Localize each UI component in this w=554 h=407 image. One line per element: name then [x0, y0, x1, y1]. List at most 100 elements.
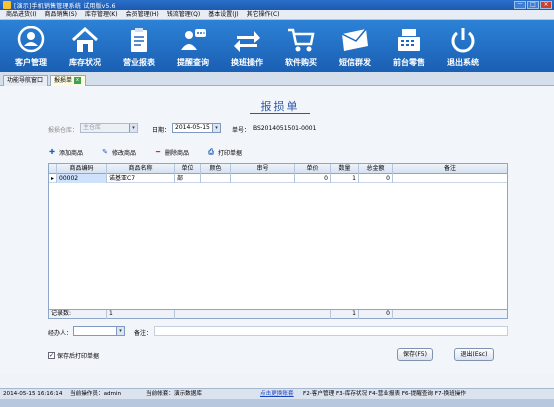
close-button[interactable]: × [540, 1, 552, 9]
register-icon [398, 29, 420, 51]
toolbar-label: 客户管理 [15, 58, 47, 67]
add-item-label: 添加商品 [59, 150, 84, 157]
footer-label: 记录数: [49, 310, 107, 319]
row-marker: ▸ [49, 174, 57, 183]
exit-button[interactable]: 退出(Esc) [454, 348, 494, 361]
toolbar-label: 库存状况 [69, 58, 101, 67]
tab-strip: 功能导航窗口 报损单 x [0, 72, 554, 86]
cell-price[interactable]: 0 [295, 174, 331, 183]
toolbar-label: 换班操作 [231, 58, 263, 67]
delete-item-button[interactable]: ━ 删除商品 [154, 148, 189, 158]
menu-item-sales[interactable]: 商品销售(S) [44, 10, 77, 19]
toolbar-reminder-button[interactable]: 提醒查询 [166, 20, 220, 72]
cell-note[interactable] [393, 174, 507, 183]
status-account: 当前帐套：演示数据库 [146, 391, 202, 397]
print-after-save-checkbox[interactable]: ✓ 保存后打印单据 [48, 351, 99, 360]
date-picker[interactable]: 2014-05-15 ▾ [172, 123, 221, 133]
minus-icon: ━ [155, 148, 161, 156]
table-header: 商品编码 商品名称 单位 颜色 串号 单价 数量 总金额 备注 [49, 164, 507, 174]
menu-item-inventory[interactable]: 库存管理(K) [85, 10, 118, 19]
remark-input[interactable] [154, 326, 508, 336]
handler-select[interactable]: ▾ [73, 326, 125, 336]
toolbar-purchase-button[interactable]: 软件购买 [274, 20, 328, 72]
footer-spacer [393, 310, 507, 319]
save-button[interactable]: 保存(F5) [397, 348, 433, 361]
printer-icon: ⎙ [208, 148, 214, 156]
toolbar-report-button[interactable]: 营业报表 [112, 20, 166, 72]
header-cell[interactable]: 总金额 [359, 164, 393, 174]
chevron-down-icon[interactable]: ▾ [212, 124, 220, 132]
minimize-button[interactable]: － [514, 1, 526, 9]
footer-count: 1 [107, 310, 175, 319]
window-title: [演示]手机销售管理系统 试用版v5.6 [14, 3, 116, 10]
header-marker [49, 164, 57, 174]
toolbar-customer-button[interactable]: 客户管理 [4, 20, 58, 72]
print-button[interactable]: ⎙ 打印单据 [207, 148, 243, 158]
window-controls: － □ × [514, 1, 552, 9]
header-cell[interactable]: 商品编码 [57, 164, 107, 174]
cell-amount[interactable]: 0 [359, 174, 393, 183]
toolbar-sms-button[interactable]: 短信群发 [328, 20, 382, 72]
cell-serial[interactable] [231, 174, 295, 183]
toolbar-label: 营业报表 [123, 58, 155, 67]
edit-item-button[interactable]: ✎ 修改商品 [101, 148, 137, 158]
header-cell[interactable]: 备注 [393, 164, 507, 174]
print-label: 打印单据 [218, 150, 243, 157]
cell-color[interactable] [201, 174, 231, 183]
tab-navigation[interactable]: 功能导航窗口 [3, 75, 48, 86]
maximize-button[interactable]: □ [527, 1, 539, 9]
toolbar-shift-button[interactable]: 换班操作 [220, 20, 274, 72]
toolbar-label: 提醒查询 [177, 58, 209, 67]
warehouse-value: 主仓库 [83, 124, 102, 131]
header-cell[interactable]: 数量 [331, 164, 359, 174]
tab-loss-report[interactable]: 报损单 x [50, 75, 86, 86]
header-cell[interactable]: 单价 [295, 164, 331, 174]
toolbar-exit-button[interactable]: 退出系统 [436, 20, 490, 72]
chevron-down-icon[interactable]: ▾ [116, 327, 124, 335]
tab-label: 功能导航窗口 [7, 77, 44, 84]
cell-name[interactable]: 诺基亚C7 [107, 174, 175, 183]
edit-icon: ✎ [102, 148, 108, 156]
tab-close-icon[interactable]: x [74, 77, 82, 84]
status-operator: 当前操作员：admin [70, 391, 122, 397]
status-shortcuts: F2-客户管理 F3-库存状况 F4-营业报表 F6-提醒查询 F7-换班操作 [303, 391, 466, 397]
toolbar-label: 前台零售 [393, 58, 425, 67]
edit-item-label: 修改商品 [112, 150, 137, 157]
toolbar-inventory-button[interactable]: 库存状况 [58, 20, 112, 72]
add-item-button[interactable]: ✚ 添加商品 [48, 148, 84, 158]
menu-item-purchase[interactable]: 商品进货(I) [6, 10, 36, 19]
header-cell[interactable]: 颜色 [201, 164, 231, 174]
checkbox-icon[interactable]: ✓ [48, 352, 55, 359]
main-toolbar: 客户管理 库存状况 营业报表 提醒查询 换班操作 软件购买 短信群发 前台零售 … [0, 20, 554, 72]
header-cell[interactable]: 串号 [231, 164, 295, 174]
footer-amount-total: 0 [359, 310, 393, 319]
menu-bar: 商品进货(I) 商品销售(S) 库存管理(K) 会员管理(H) 钱流管理(Q) … [0, 10, 554, 20]
docno-value: BS2014051501-0001 [253, 125, 317, 132]
footer-spacer [175, 310, 331, 319]
cell-code[interactable]: 00002 [57, 174, 107, 183]
menu-item-members[interactable]: 会员管理(H) [126, 10, 159, 19]
toolbar-label: 软件购买 [285, 58, 317, 67]
table-row[interactable]: ▸ 00002 诺基亚C7 部 0 1 0 [49, 174, 507, 183]
status-datetime: 2014-05-15 16:16:14 [3, 391, 63, 397]
menu-item-cashflow[interactable]: 钱流管理(Q) [167, 10, 200, 19]
handler-label: 经办人： [48, 330, 73, 337]
power-icon [451, 28, 475, 53]
title-underline [250, 113, 310, 114]
header-cell[interactable]: 商品名称 [107, 164, 175, 174]
cell-qty[interactable]: 1 [331, 174, 359, 183]
items-table[interactable]: 商品编码 商品名称 单位 颜色 串号 单价 数量 总金额 备注 ▸ 00002 … [48, 163, 508, 319]
loss-report-panel: 报损单 报损仓库： 主仓库 ▾ 日期： 2014-05-15 ▾ 单号： BS2… [0, 86, 554, 374]
warehouse-label: 报损仓库： [48, 127, 79, 134]
house-icon [71, 26, 99, 52]
cell-unit[interactable]: 部 [175, 174, 201, 183]
menu-item-settings[interactable]: 基本设置(J) [208, 10, 238, 19]
change-account-link[interactable]: 点击更换账套 [260, 389, 294, 399]
header-cell[interactable]: 单位 [175, 164, 201, 174]
menu-item-other[interactable]: 其它操作(C) [247, 10, 280, 19]
footer-qty-total: 1 [331, 310, 359, 319]
tab-label: 报损单 [54, 77, 73, 84]
toolbar-retail-button[interactable]: 前台零售 [382, 20, 436, 72]
docno-label: 单号： [232, 127, 251, 134]
plus-icon: ✚ [49, 148, 55, 156]
